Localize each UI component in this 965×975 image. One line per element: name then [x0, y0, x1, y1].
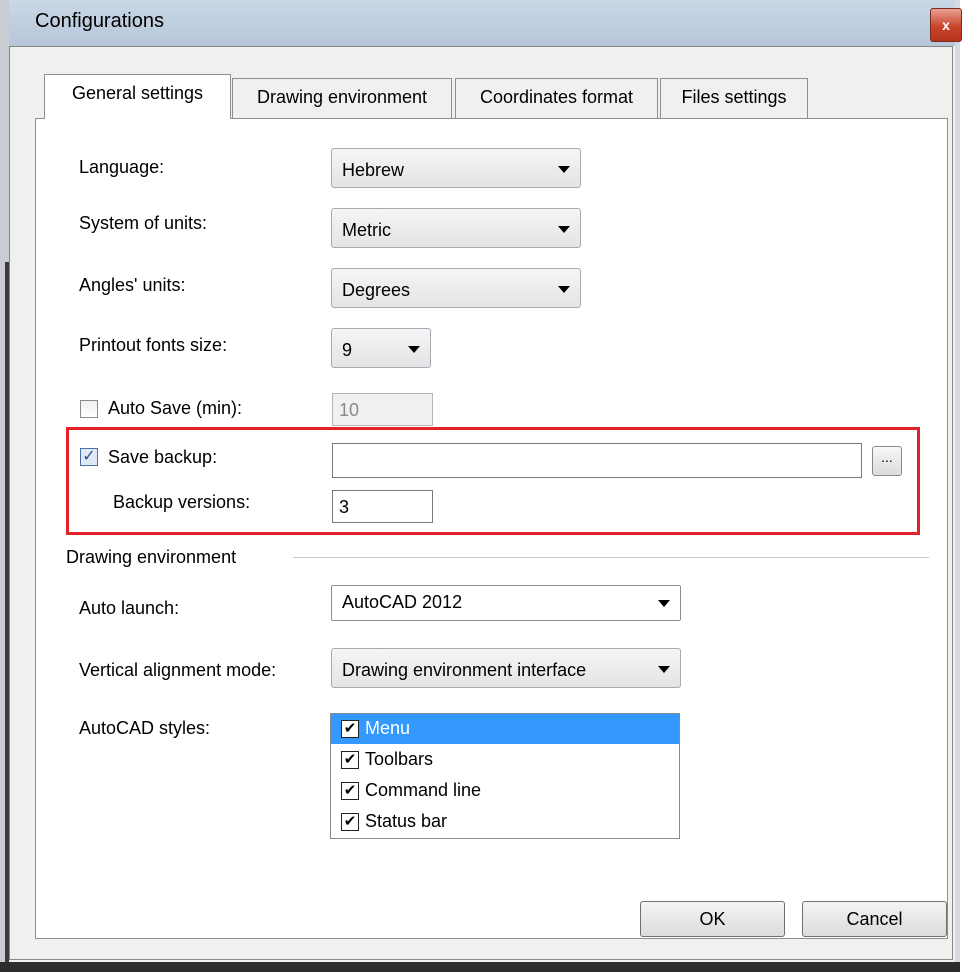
style-item-status-bar[interactable]: ✔ Status bar [331, 807, 679, 837]
fontsize-label: Printout fonts size: [79, 335, 228, 355]
valign-label: Vertical alignment mode: [79, 660, 277, 680]
chevron-down-icon [558, 166, 570, 173]
units-select[interactable]: Metric [331, 208, 581, 248]
autosave-label: Auto Save (min): [108, 398, 243, 418]
cancel-button[interactable]: Cancel [802, 901, 947, 937]
checkmark-icon[interactable]: ✔ [341, 720, 359, 738]
backup-versions-label: Backup versions: [113, 492, 251, 512]
window-title: Configurations [35, 10, 164, 32]
chevron-down-icon [558, 226, 570, 233]
close-icon: x [942, 17, 950, 33]
ellipsis-icon: ... [881, 449, 893, 465]
tab-label: Drawing environment [256, 87, 428, 107]
close-button[interactable]: x [930, 8, 962, 42]
style-item-menu[interactable]: ✔ Menu [331, 714, 679, 744]
checkmark-icon[interactable]: ✔ [341, 813, 359, 831]
tab-label: Files settings [681, 87, 787, 107]
valign-select[interactable]: Drawing environment interface [331, 648, 681, 688]
window-bottom-border [0, 962, 960, 972]
language-label: Language: [79, 157, 165, 177]
fontsize-value: 9 [342, 340, 353, 360]
tab-files-settings[interactable]: Files settings [660, 78, 808, 118]
ok-button[interactable]: OK [640, 901, 785, 937]
window-right-border [955, 0, 960, 972]
chevron-down-icon [658, 666, 670, 673]
tab-label: General settings [71, 83, 204, 103]
style-item-toolbars[interactable]: ✔ Toolbars [331, 745, 679, 775]
list-item-label: Toolbars [365, 749, 434, 769]
angles-value: Degrees [342, 280, 411, 300]
backup-versions-input[interactable]: 3 [332, 490, 433, 523]
autosave-minutes-input[interactable]: 10 [332, 393, 433, 426]
tab-label: Coordinates format [479, 87, 634, 107]
chevron-down-icon [658, 600, 670, 607]
valign-value: Drawing environment interface [342, 660, 587, 680]
autocad-styles-list[interactable]: ✔ Menu ✔ Toolbars ✔ Command line ✔ Statu… [330, 713, 680, 839]
language-value: Hebrew [342, 160, 405, 180]
styles-label: AutoCAD styles: [79, 718, 211, 738]
units-label: System of units: [79, 213, 208, 233]
backup-path-input[interactable] [332, 443, 862, 478]
autolaunch-label: Auto launch: [79, 598, 180, 618]
fontsize-select[interactable]: 9 [331, 328, 431, 368]
backup-versions-value: 3 [339, 497, 350, 517]
checkmark-icon[interactable]: ✔ [341, 751, 359, 769]
list-item-label: Menu [365, 718, 411, 738]
group-divider [293, 557, 929, 558]
tab-general-settings[interactable]: General settings [44, 74, 231, 119]
checkmark-icon[interactable]: ✔ [341, 782, 359, 800]
language-select[interactable]: Hebrew [331, 148, 581, 188]
units-value: Metric [342, 220, 391, 240]
angles-select[interactable]: Degrees [331, 268, 581, 308]
list-item-label: Command line [365, 780, 482, 800]
chevron-down-icon [408, 346, 420, 353]
chevron-down-icon [558, 286, 570, 293]
tab-drawing-environment[interactable]: Drawing environment [232, 78, 452, 118]
tab-coordinates-format[interactable]: Coordinates format [455, 78, 658, 118]
save-backup-label: Save backup: [108, 447, 218, 467]
autosave-minutes-value: 10 [339, 400, 360, 420]
save-backup-checkbox[interactable]: ✓ [80, 448, 98, 466]
autosave-checkbox[interactable] [80, 400, 98, 418]
drawing-group-label: Drawing environment [66, 547, 237, 567]
autolaunch-value: AutoCAD 2012 [342, 592, 463, 612]
autolaunch-select[interactable]: AutoCAD 2012 [331, 585, 681, 621]
list-item-label: Status bar [365, 811, 448, 831]
checkmark-icon: ✓ [82, 448, 96, 465]
style-item-command-line[interactable]: ✔ Command line [331, 776, 679, 806]
angles-label: Angles' units: [79, 275, 186, 295]
browse-button[interactable]: ... [872, 446, 902, 476]
